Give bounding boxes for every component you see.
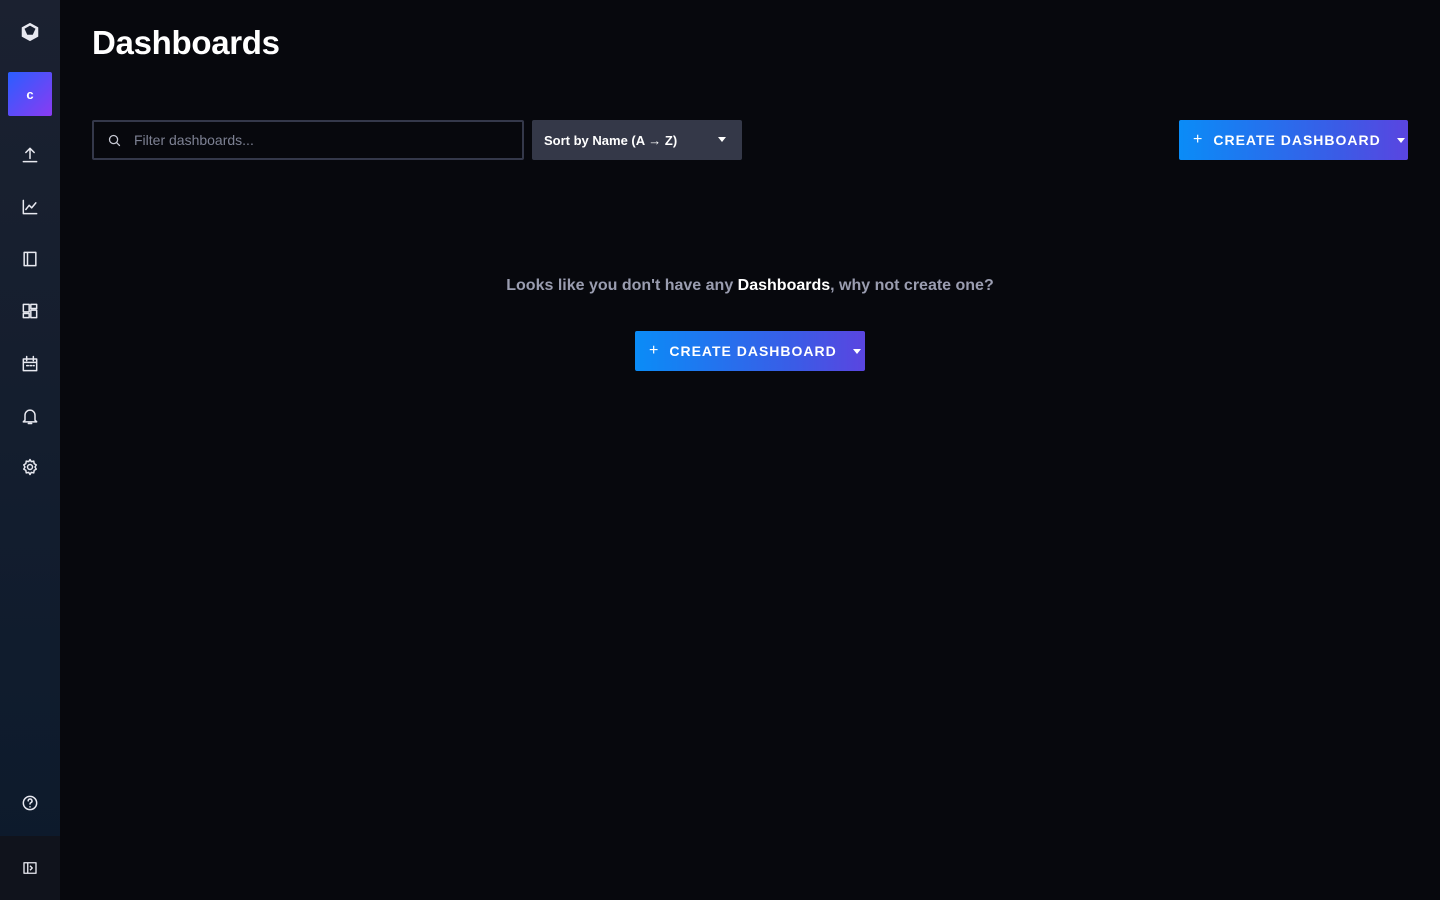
bell-icon[interactable] (0, 394, 60, 438)
empty-state-prefix: Looks like you don't have any (506, 277, 738, 294)
sort-label: Sort by Name (A → Z) (544, 132, 678, 148)
line-graph-icon[interactable] (0, 185, 60, 229)
calendar-icon[interactable] (0, 342, 60, 386)
gear-icon[interactable] (0, 445, 60, 489)
empty-state-suffix: , why not create one? (830, 277, 994, 294)
upload-icon[interactable] (0, 133, 60, 177)
create-dashboard-label: CREATE DASHBOARD (1213, 132, 1381, 148)
dashboards-icon[interactable] (0, 289, 60, 333)
empty-state-create-dashboard-button[interactable]: + CREATE DASHBOARD (635, 331, 865, 371)
create-dashboard-button[interactable]: + CREATE DASHBOARD (1179, 120, 1408, 160)
chevron-down-icon (718, 137, 726, 142)
book-icon[interactable] (0, 237, 60, 281)
search-icon (94, 122, 134, 158)
page-title: Dashboards (92, 24, 280, 61)
search-input[interactable] (134, 122, 522, 158)
app: c Dashboards Filter dashboards... Sort b… (0, 0, 1440, 900)
chevron-down-icon (1396, 137, 1405, 143)
search-box[interactable] (92, 120, 524, 160)
empty-state-emphasis: Dashboards (737, 277, 831, 294)
sidebar: c (0, 0, 60, 900)
plus-icon: + (1193, 131, 1204, 148)
sort-dropdown[interactable]: Sort by Name (A → Z) (532, 120, 742, 160)
chevron-down-icon (852, 348, 861, 354)
org-switcher[interactable]: c (8, 72, 52, 116)
empty-state-message: Looks like you don't have any Dashboards… (0, 277, 1440, 295)
help-icon[interactable] (0, 781, 60, 825)
org-initial: c (26, 86, 34, 102)
logo-icon[interactable] (0, 10, 60, 54)
collapse-sidebar-icon[interactable] (0, 836, 60, 900)
create-dashboard-label: CREATE DASHBOARD (669, 343, 837, 359)
plus-icon: + (649, 342, 660, 359)
